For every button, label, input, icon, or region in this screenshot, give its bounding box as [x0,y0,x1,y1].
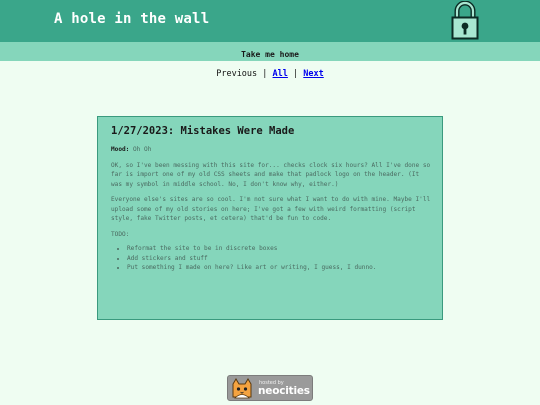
todo-item: Add stickers and stuff [127,254,433,264]
pager-all-link[interactable]: All [273,69,288,79]
site-title: A hole in the wall [54,11,210,27]
mood-label: Mood: [111,146,130,153]
neocities-badge[interactable]: hosted by neocities [227,375,313,401]
todo-item: Put something I made on here? Like art o… [127,263,433,273]
post-title: 1/27/2023: Mistakes Were Made [111,125,295,137]
post-paragraph: Everyone else's sites are so cool. I'm n… [111,196,431,222]
post-body: Mood: Oh Oh OK, so I've been messing wit… [111,145,433,273]
nav-home-link[interactable]: Take me home [241,50,299,59]
nav-bar: Take me home [0,42,540,61]
todo-list: Reformat the site to be in discrete boxe… [111,244,433,273]
mood-value: Oh Oh [133,146,152,153]
post-paragraph: OK, so I've been messing with this site … [111,161,431,188]
todo-heading: TODO: [111,230,130,238]
blog-post: 1/27/2023: Mistakes Were Made Mood: Oh O… [97,116,443,320]
site-header: A hole in the wall [0,0,540,42]
todo-item: Reformat the site to be in discrete boxe… [127,244,433,254]
post-mood: Mood: Oh Oh [111,145,433,155]
pager-separator: | [293,69,299,79]
padlock-icon [451,1,479,40]
neocities-cat-icon [232,378,252,399]
pager-separator: | [262,69,268,79]
post-pager: Previous | All | Next [0,69,540,79]
pager-next-link[interactable]: Next [303,69,323,79]
pager-previous: Previous [216,69,258,79]
badge-big-text: neocities [258,385,310,397]
